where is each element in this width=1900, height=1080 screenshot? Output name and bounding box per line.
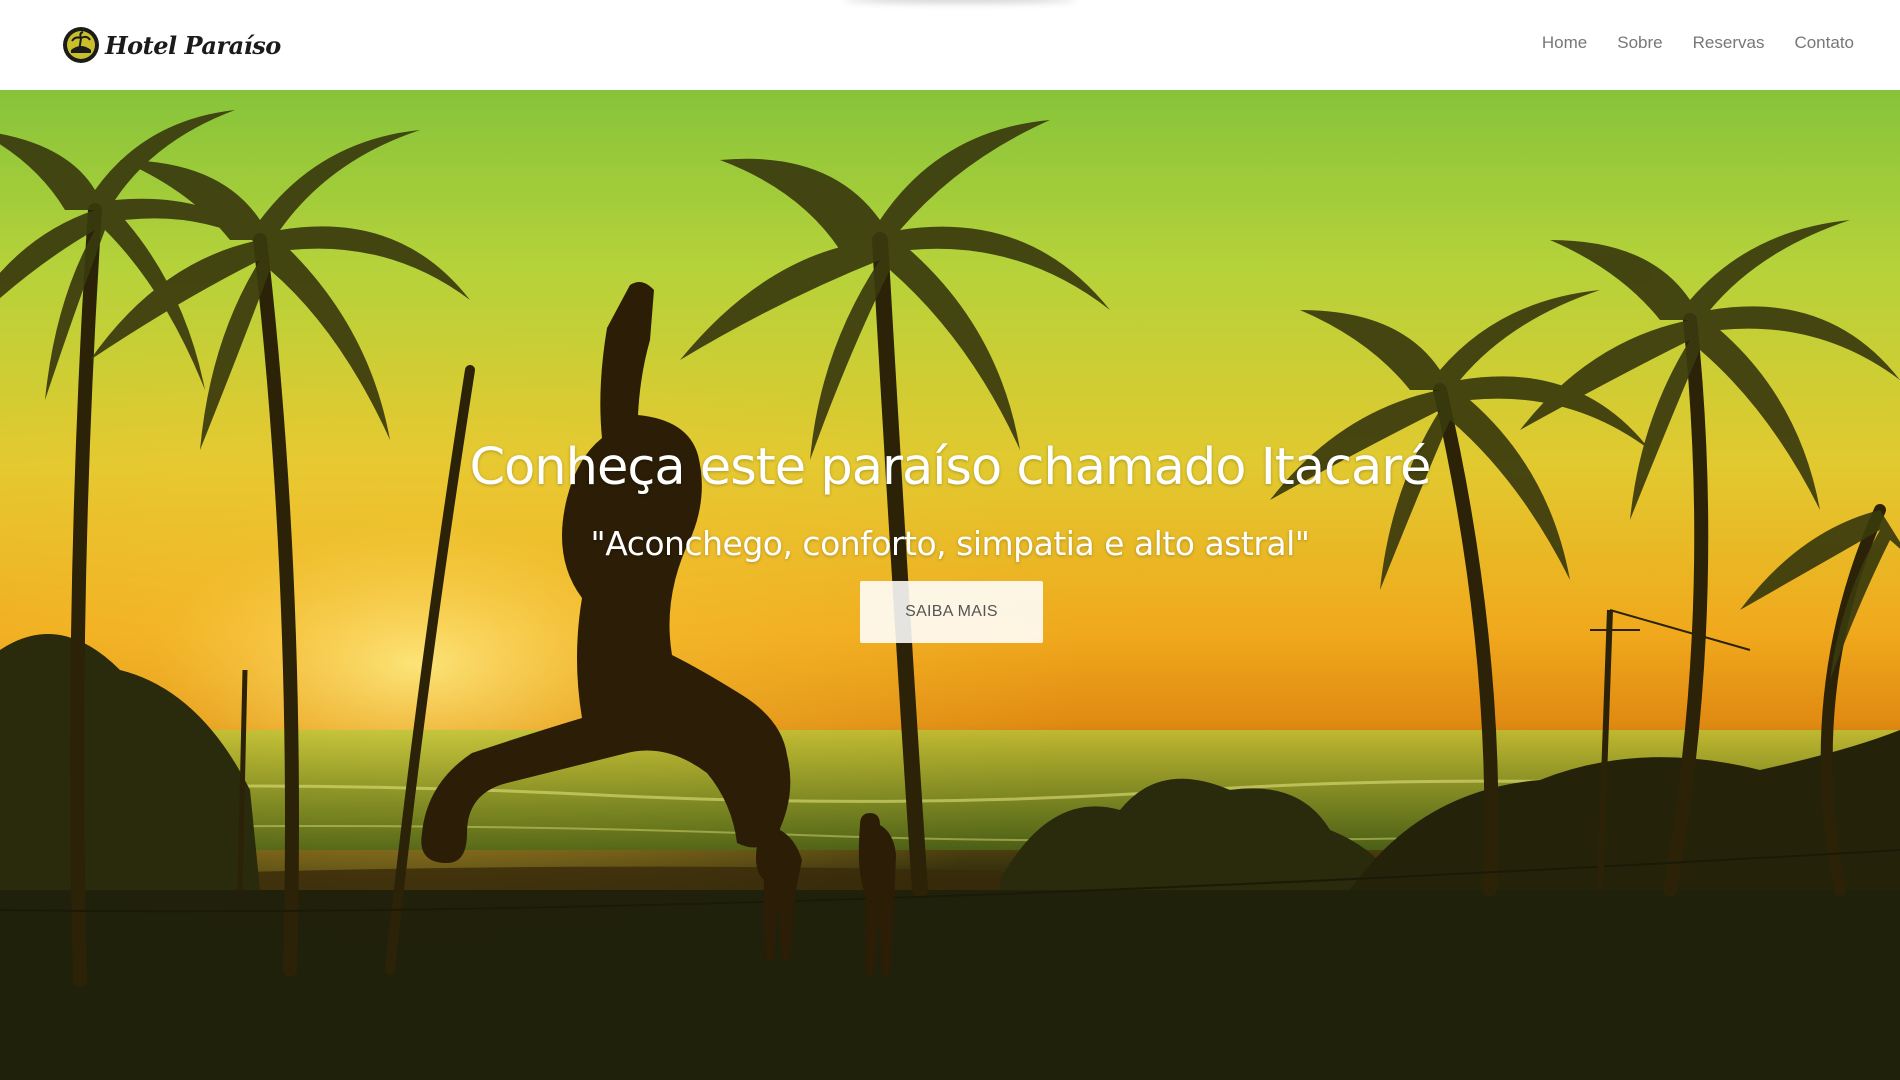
saiba-mais-button[interactable]: SAIBA MAIS [860,581,1043,643]
brand-name: Hotel Paraíso [105,30,281,60]
hero-title: Conheça este paraíso chamado Itacaré [469,438,1431,497]
brand-logo-link[interactable]: Hotel Paraíso [62,26,281,64]
hero-section: Conheça este paraíso chamado Itacaré "Ac… [0,90,1900,1080]
nav-link-reservas[interactable]: Reservas [1693,33,1765,53]
nav-link-sobre[interactable]: Sobre [1617,33,1662,53]
main-nav: Home Sobre Reservas Contato [1512,33,1854,53]
hotel-logo-icon [63,27,99,63]
top-navbar: Hotel Paraíso Home Sobre Reservas Contat… [0,0,1900,90]
nav-link-home[interactable]: Home [1542,33,1587,53]
hero-subtitle: "Aconchego, conforto, simpatia e alto as… [590,524,1310,563]
nav-link-contato[interactable]: Contato [1794,33,1854,53]
